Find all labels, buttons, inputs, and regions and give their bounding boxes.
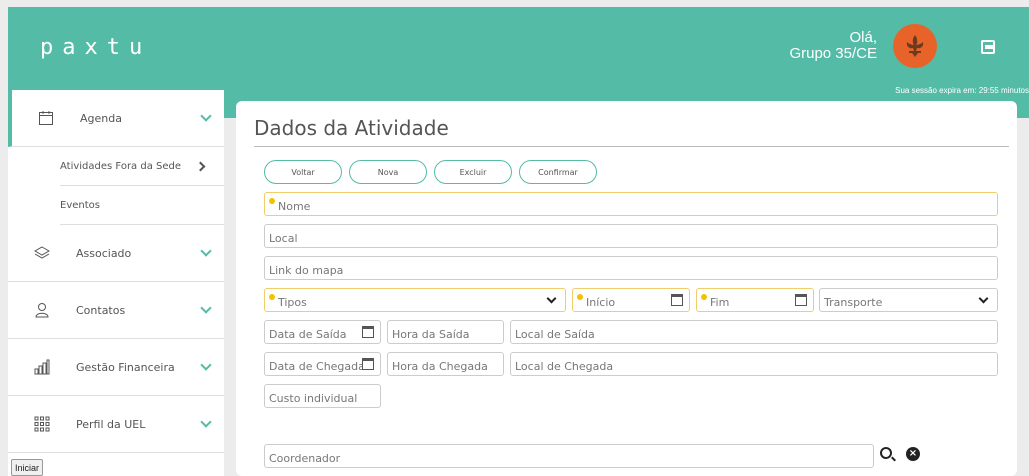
calendar-icon	[39, 111, 53, 125]
chevron-down-icon	[978, 293, 989, 304]
clear-icon[interactable]: ×	[906, 447, 920, 461]
coordenador-placeholder: Coordenador	[269, 451, 341, 465]
chevron-right-icon	[195, 161, 206, 171]
tipos-select[interactable]: Tipos	[264, 288, 566, 312]
avatar[interactable]	[893, 24, 937, 68]
sidebar: Agenda Atividades Fora da Sede Eventos A…	[8, 90, 224, 476]
confirm-button[interactable]: Confirmar	[519, 160, 597, 184]
contact-icon	[35, 303, 49, 318]
hora-chegada-field[interactable]: Hora da Chegada	[387, 352, 504, 376]
hora-saida-placeholder: Hora da Saída	[392, 327, 470, 341]
chevron-down-icon	[200, 359, 212, 371]
data-chegada-field[interactable]: Data de Chegada	[264, 352, 381, 376]
sidebar-item-gestao-financeira[interactable]: Gestão Financeira	[8, 339, 224, 396]
fim-placeholder: Fim	[710, 295, 730, 309]
bar-chart-icon	[34, 359, 50, 375]
link-mapa-field[interactable]: Link do mapa	[264, 256, 998, 280]
custo-individual-placeholder: Custo individual	[269, 391, 358, 405]
calendar-icon[interactable]	[362, 326, 374, 338]
layers-icon	[34, 246, 50, 259]
local-saida-field[interactable]: Local de Saída	[510, 320, 998, 344]
delete-button[interactable]: Excluir	[434, 160, 512, 184]
chevron-down-icon	[200, 245, 212, 257]
logout-icon[interactable]	[981, 40, 995, 54]
sidebar-item-label: Gestão Financeira	[76, 360, 175, 374]
user-group-name: Grupo 35/CE	[789, 45, 877, 62]
chevron-down-icon	[200, 416, 212, 428]
data-saida-placeholder: Data de Saída	[269, 327, 347, 341]
required-indicator	[701, 294, 707, 300]
inicio-placeholder: Início	[586, 295, 616, 309]
activity-form-card: Dados da Atividade Voltar Nova Excluir C…	[236, 101, 1017, 476]
sidebar-item-associado[interactable]: Associado	[8, 225, 224, 282]
tipos-placeholder: Tipos	[278, 295, 307, 309]
transporte-select[interactable]: Transporte	[819, 288, 998, 312]
hora-saida-field[interactable]: Hora da Saída	[387, 320, 504, 344]
hora-chegada-placeholder: Hora da Chegada	[392, 359, 488, 373]
local-chegada-field[interactable]: Local de Chegada	[510, 352, 998, 376]
calendar-icon[interactable]	[671, 294, 683, 306]
sidebar-item-perfil-uel[interactable]: Perfil da UEL	[8, 396, 224, 453]
app-logo[interactable]: paxtu	[40, 35, 151, 60]
new-button[interactable]: Nova	[349, 160, 427, 184]
start-button[interactable]: Iniciar	[11, 459, 44, 476]
greeting-line: Olá,	[849, 29, 877, 46]
chevron-down-icon	[546, 293, 557, 304]
nome-placeholder: Nome	[278, 199, 311, 213]
sidebar-item-label: Contatos	[76, 303, 126, 317]
data-chegada-placeholder: Data de Chegada	[269, 359, 365, 373]
chevron-down-icon	[200, 110, 212, 122]
chevron-down-icon	[200, 302, 212, 314]
calendar-icon[interactable]	[795, 294, 807, 306]
back-button[interactable]: Voltar	[264, 160, 342, 184]
required-indicator	[577, 294, 583, 300]
inicio-date-field[interactable]: Início	[572, 288, 690, 312]
page-title: Dados da Atividade	[254, 116, 449, 140]
local-chegada-placeholder: Local de Chegada	[515, 359, 614, 373]
sidebar-item-contatos[interactable]: Contatos	[8, 282, 224, 339]
calendar-icon[interactable]	[362, 358, 374, 370]
custo-individual-field[interactable]: Custo individual	[264, 384, 381, 408]
sidebar-item-label: Associado	[76, 246, 132, 260]
local-field[interactable]: Local	[264, 224, 998, 248]
title-divider	[254, 146, 1009, 147]
required-indicator	[269, 198, 275, 204]
local-placeholder: Local	[269, 231, 298, 245]
sidebar-item-label: Agenda	[80, 111, 122, 125]
sidebar-item-label: Perfil da UEL	[76, 417, 146, 431]
nome-field[interactable]: Nome	[264, 192, 998, 216]
grid-icon	[34, 416, 50, 432]
search-icon[interactable]	[880, 447, 892, 459]
data-saida-field[interactable]: Data de Saída	[264, 320, 381, 344]
sidebar-subitem-label: Atividades Fora da Sede	[60, 160, 182, 172]
sidebar-subitem-eventos[interactable]: Eventos	[60, 186, 224, 225]
sidebar-subitem-atividades[interactable]: Atividades Fora da Sede	[60, 147, 224, 186]
required-indicator	[269, 294, 275, 300]
session-timer: Sua sessão expira em: 29:55 minutos	[895, 86, 1029, 95]
sidebar-item-agenda[interactable]: Agenda	[8, 90, 224, 147]
sidebar-subitem-label: Eventos	[60, 199, 100, 211]
local-saida-placeholder: Local de Saída	[515, 327, 595, 341]
fim-date-field[interactable]: Fim	[696, 288, 814, 312]
coordenador-field[interactable]: Coordenador	[264, 444, 874, 468]
fleur-de-lis-icon	[906, 35, 924, 57]
transporte-placeholder: Transporte	[824, 295, 883, 309]
user-greeting: Olá, Grupo 35/CE	[789, 30, 877, 62]
link-mapa-placeholder: Link do mapa	[269, 263, 344, 277]
